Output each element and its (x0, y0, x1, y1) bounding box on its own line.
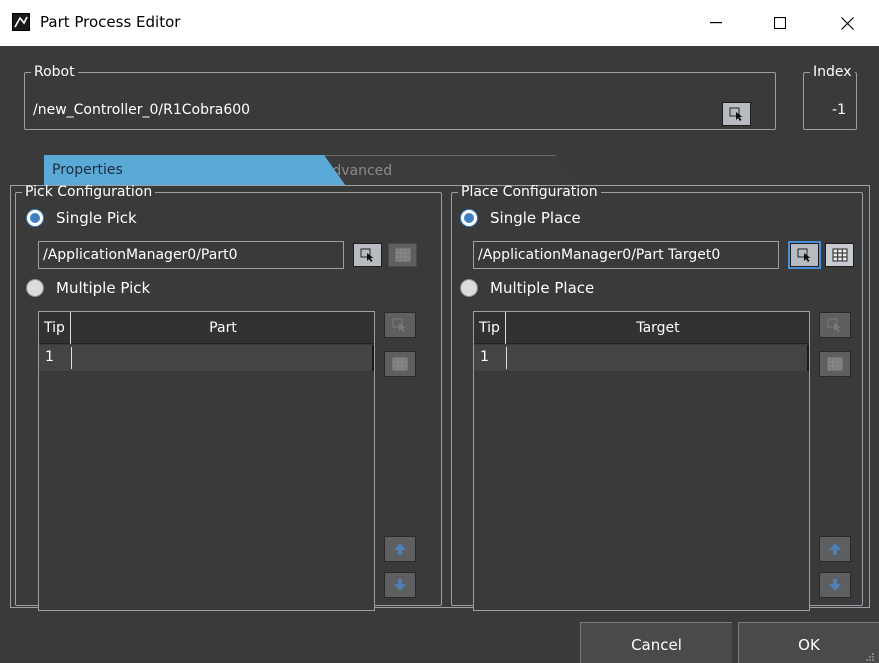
title-bar: Part Process Editor (0, 0, 879, 46)
single-pick-radio[interactable] (26, 209, 44, 227)
place-list-header: Tip Target (474, 312, 809, 344)
robot-select-button[interactable] (722, 102, 751, 126)
cursor-select-icon (360, 248, 373, 262)
move-up-button[interactable] (819, 536, 851, 562)
row-tip-value: 1 (480, 349, 489, 365)
arrow-up-icon (829, 543, 841, 555)
row-separator (506, 347, 507, 369)
arrow-down-icon (394, 579, 406, 591)
pick-select-button[interactable] (353, 243, 382, 267)
place-grid-button[interactable] (825, 243, 854, 267)
column-divider (807, 345, 809, 371)
index-group: Index -1 (803, 64, 857, 130)
cursor-select-icon (827, 318, 841, 332)
pick-part-list[interactable]: Tip Part 1 (38, 311, 375, 611)
robot-group: Robot /new_Controller_0/R1Cobra600 (24, 64, 776, 130)
place-target-list[interactable]: Tip Target 1 (473, 311, 810, 611)
properties-panel: Pick Configuration Single Pick /Applicat… (10, 184, 870, 611)
place-list-grid-button[interactable] (819, 351, 851, 377)
grid-icon (395, 248, 410, 262)
place-list-select-button[interactable] (819, 312, 851, 338)
move-down-button[interactable] (819, 572, 851, 598)
dialog-body: Robot /new_Controller_0/R1Cobra600 Index… (0, 46, 879, 663)
cancel-button[interactable]: Cancel (580, 622, 732, 663)
ok-button-label: OK (798, 635, 820, 654)
pick-list-grid-button[interactable] (384, 351, 416, 377)
pick-list-header: Tip Part (39, 312, 374, 344)
index-label: Index (813, 64, 852, 80)
minimize-button[interactable] (687, 0, 745, 46)
place-select-button[interactable] (788, 241, 821, 269)
tip-column-header: Tip (39, 312, 71, 344)
place-configuration-legend: Place Configuration (461, 184, 598, 200)
minimize-icon (710, 22, 722, 24)
single-place-label: Single Place (490, 209, 581, 227)
ok-button[interactable]: OK (738, 622, 879, 663)
grid-icon (392, 357, 408, 371)
window-title: Part Process Editor (40, 13, 181, 31)
arrow-down-icon (829, 579, 841, 591)
tab-advanced[interactable]: Advanced (314, 155, 580, 186)
single-place-radio[interactable] (460, 209, 478, 227)
tab-properties[interactable]: Properties (44, 155, 346, 186)
single-pick-label: Single Pick (56, 209, 137, 227)
pick-grid-button[interactable] (388, 243, 417, 267)
tip-column-header: Tip (474, 312, 506, 344)
single-place-option[interactable]: Single Place (460, 209, 581, 227)
pick-configuration-legend: Pick Configuration (25, 184, 153, 200)
maximize-icon (774, 17, 786, 29)
row-separator (71, 347, 72, 369)
table-row[interactable]: 1 (474, 345, 809, 371)
maximize-button[interactable] (751, 0, 809, 46)
tab-strip: Advanced Properties (44, 155, 584, 186)
place-path-field[interactable]: /ApplicationManager0/Part Target0 (473, 241, 779, 269)
move-down-button[interactable] (384, 572, 416, 598)
move-up-button[interactable] (384, 536, 416, 562)
cursor-select-icon (729, 107, 742, 121)
grid-icon (827, 357, 843, 371)
close-icon (840, 16, 854, 30)
resize-grip-icon[interactable] (865, 652, 875, 662)
multiple-place-option[interactable]: Multiple Place (460, 279, 594, 297)
arrow-up-icon (394, 543, 406, 555)
pick-path-field[interactable]: /ApplicationManager0/Part0 (38, 241, 344, 269)
multiple-pick-label: Multiple Pick (56, 279, 151, 297)
table-row[interactable]: 1 (39, 345, 374, 371)
pick-configuration-group: Pick Configuration Single Pick /Applicat… (15, 184, 442, 611)
grid-icon (832, 248, 847, 262)
robot-label: Robot (34, 64, 75, 80)
pick-list-select-button[interactable] (384, 312, 416, 338)
place-configuration-group: Place Configuration Single Place /Applic… (451, 184, 863, 611)
multiple-place-radio[interactable] (460, 279, 478, 297)
row-tip-value: 1 (45, 349, 54, 365)
app-icon (12, 13, 30, 31)
cursor-select-icon (797, 248, 810, 262)
multiple-pick-option[interactable]: Multiple Pick (26, 279, 150, 297)
single-pick-option[interactable]: Single Pick (26, 209, 137, 227)
robot-path: /new_Controller_0/R1Cobra600 (33, 102, 251, 118)
multiple-pick-radio[interactable] (26, 279, 44, 297)
column-divider (372, 345, 374, 371)
target-column-header: Target (636, 320, 680, 336)
index-value: -1 (832, 102, 846, 118)
multiple-place-label: Multiple Place (490, 279, 595, 297)
part-column-header: Part (209, 320, 237, 336)
close-button[interactable] (818, 0, 876, 46)
cursor-select-icon (392, 318, 406, 332)
